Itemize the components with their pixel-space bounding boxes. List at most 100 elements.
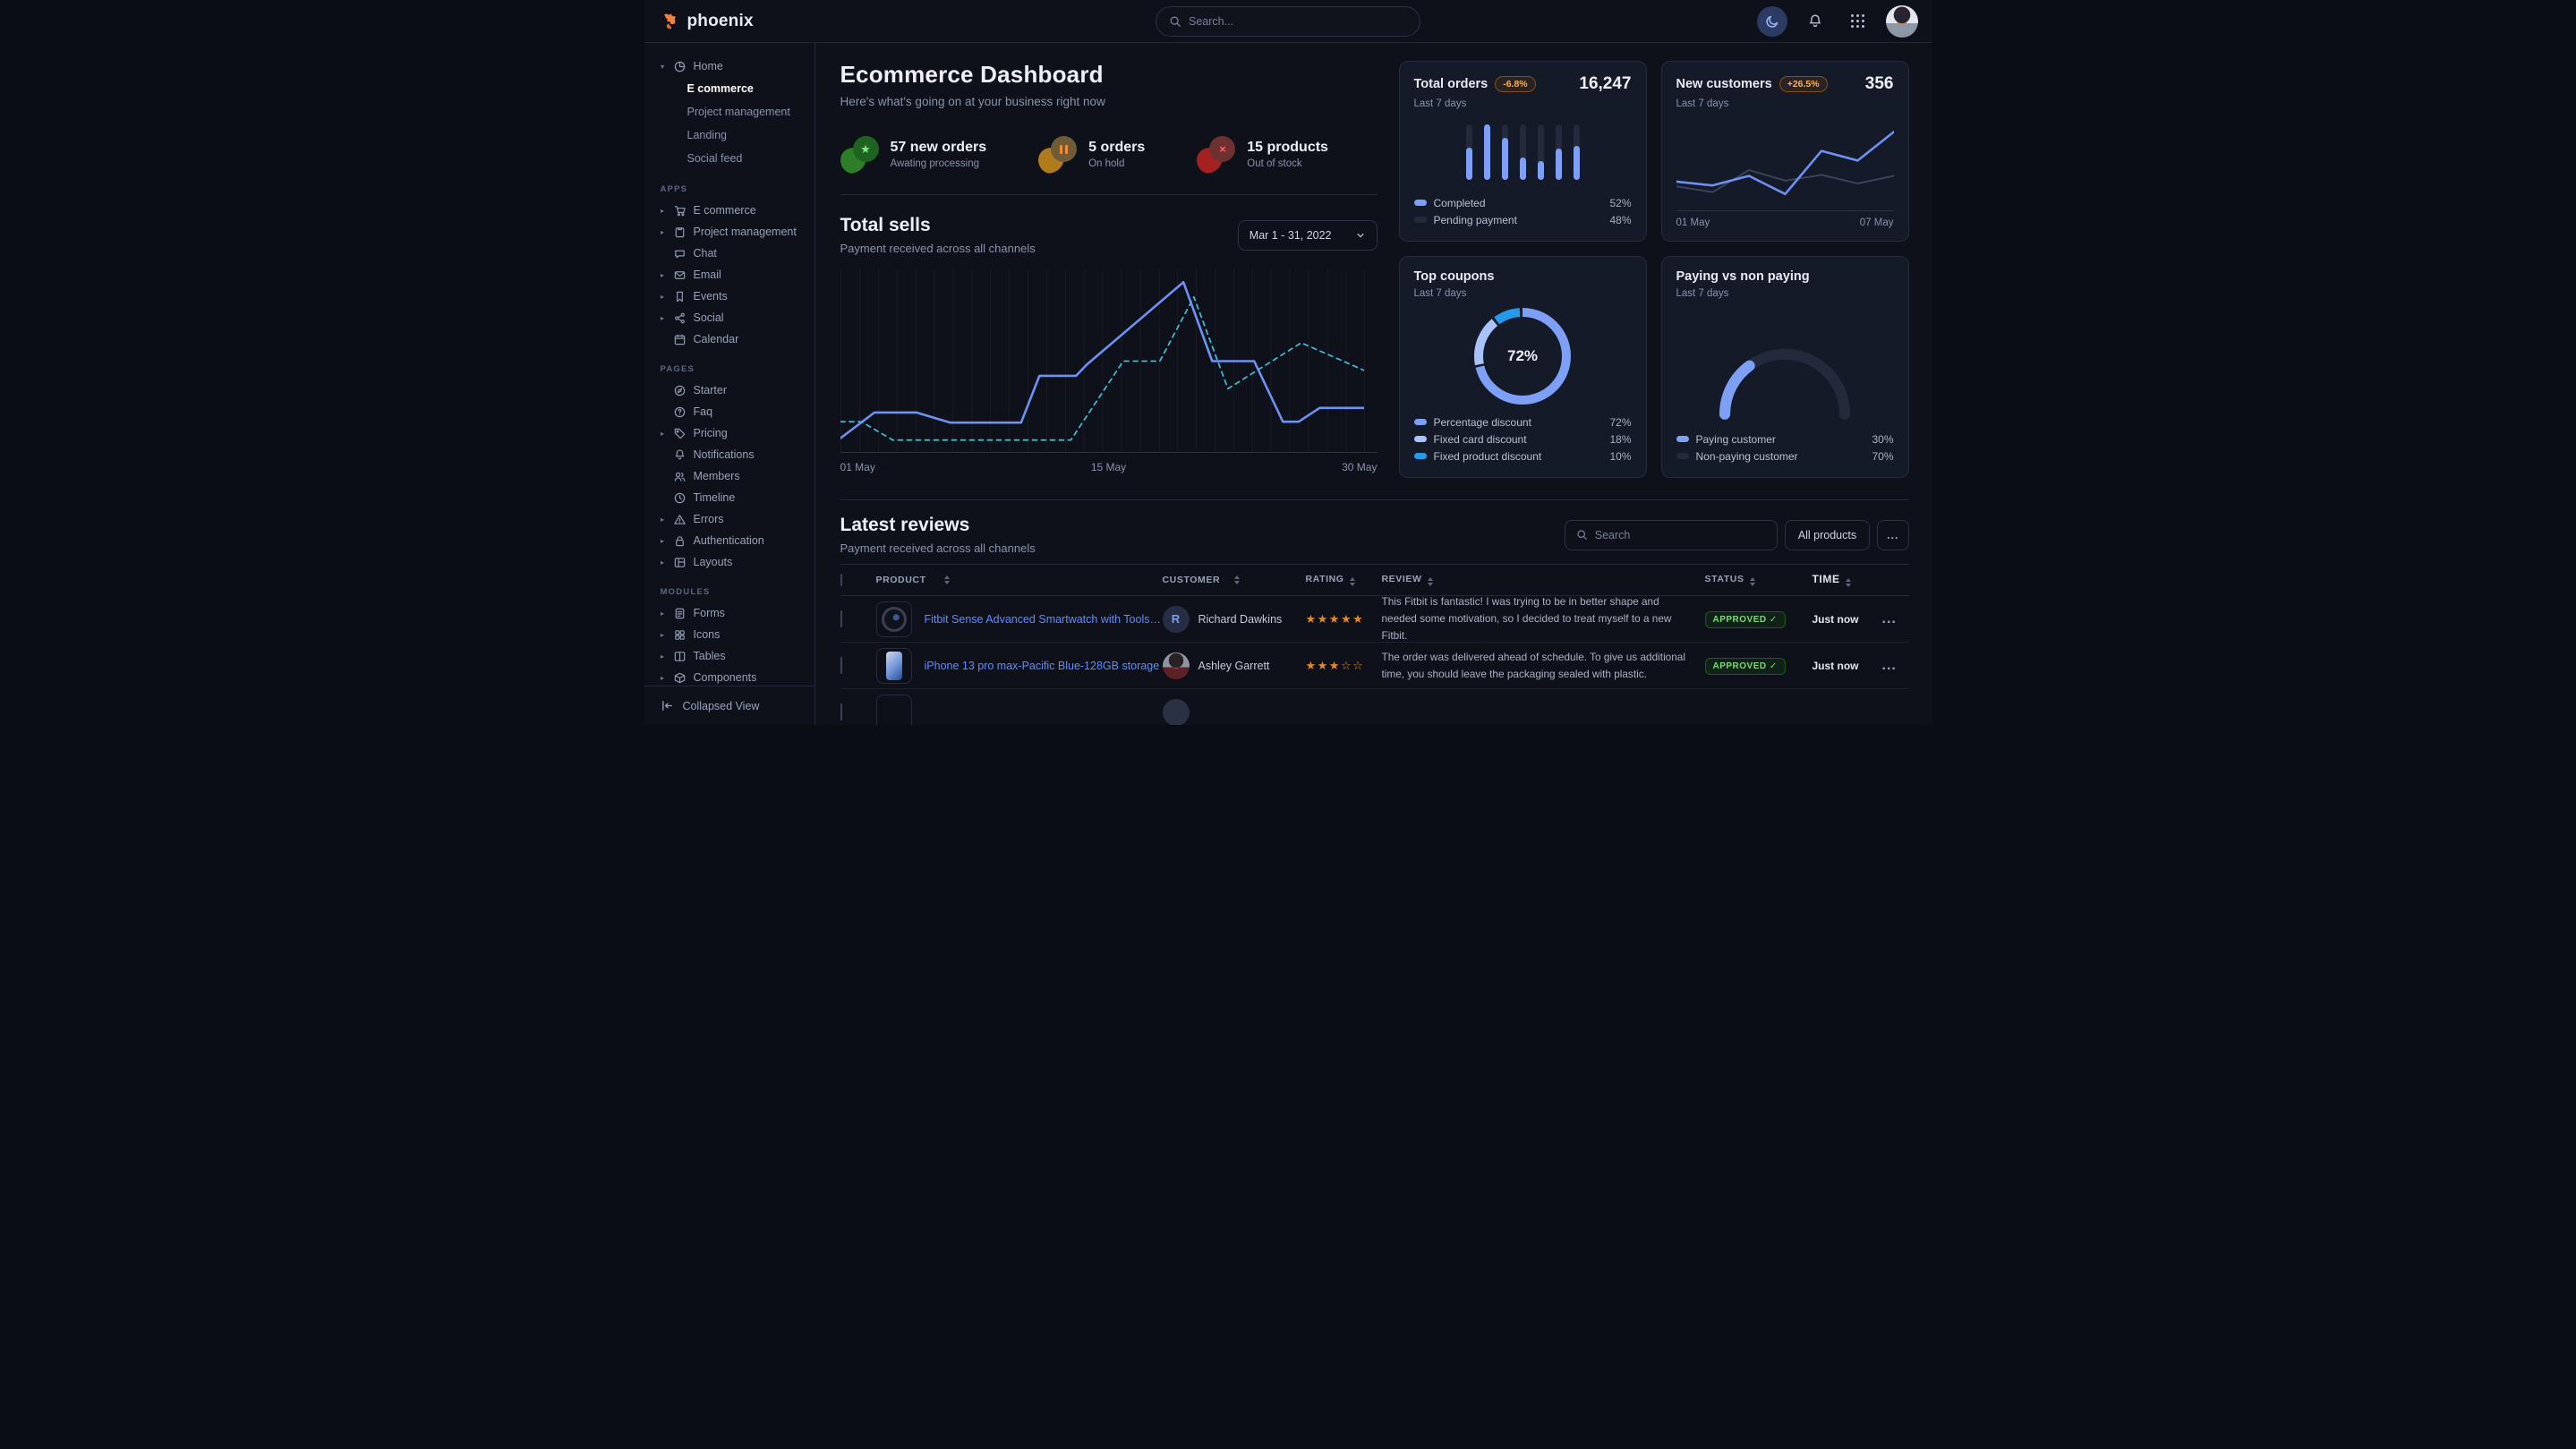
sidebar-item-label: Starter bbox=[694, 384, 728, 396]
row-checkbox[interactable] bbox=[840, 703, 842, 720]
sidebar-subitem-landing[interactable]: Landing bbox=[659, 124, 806, 147]
caret-right-icon: ▸ bbox=[659, 314, 667, 322]
stat-value: 5 orders bbox=[1088, 140, 1145, 156]
sidebar-item-timeline[interactable]: Timeline bbox=[659, 487, 806, 508]
collapse-icon bbox=[661, 699, 674, 712]
table-row: Fitbit Sense Advanced Smartwatch with To… bbox=[840, 596, 1909, 643]
stat-label: Out of stock bbox=[1247, 158, 1328, 169]
user-avatar[interactable] bbox=[1886, 5, 1918, 38]
legend-value: 70% bbox=[1872, 450, 1893, 463]
global-search-input[interactable] bbox=[1189, 15, 1407, 28]
tablecols-icon bbox=[673, 649, 687, 663]
notifications-button[interactable] bbox=[1800, 6, 1830, 37]
sidebar-subitem-project-management[interactable]: Project management bbox=[659, 100, 806, 124]
sidebar-item-label: Errors bbox=[694, 513, 724, 525]
theme-toggle-button[interactable] bbox=[1757, 6, 1787, 37]
legend-swatch bbox=[1414, 419, 1427, 425]
reviews-search[interactable] bbox=[1565, 520, 1778, 550]
sidebar-item-tables[interactable]: ▸Tables bbox=[659, 645, 806, 667]
cart-icon bbox=[673, 203, 687, 217]
total-orders-bar-chart bbox=[1414, 109, 1632, 194]
top-nav: phoenix bbox=[644, 0, 1932, 43]
row-checkbox[interactable] bbox=[840, 657, 842, 674]
sidebar-item-starter[interactable]: Starter bbox=[659, 379, 806, 401]
sidebar-item-components[interactable]: ▸Components bbox=[659, 667, 806, 686]
apps-grid-button[interactable] bbox=[1843, 6, 1873, 37]
sidebar-item-label: Faq bbox=[694, 405, 713, 418]
column-header-status[interactable]: STATUS bbox=[1705, 574, 1813, 586]
column-header-customer[interactable]: CUSTOMER bbox=[1163, 575, 1306, 585]
legend-label: Pending payment bbox=[1434, 214, 1517, 226]
sidebar-item-home[interactable]: ▾Home bbox=[659, 55, 806, 77]
chat-icon bbox=[673, 246, 687, 260]
sidebar-item-faq[interactable]: Faq bbox=[659, 401, 806, 422]
sidebar-item-layouts[interactable]: ▸Layouts bbox=[659, 551, 806, 573]
sidebar-item-label: Timeline bbox=[694, 491, 736, 504]
sidebar-item-forms[interactable]: ▸Forms bbox=[659, 602, 806, 624]
legend-label: Fixed product discount bbox=[1434, 450, 1542, 463]
sidebar-item-pricing[interactable]: ▸Pricing bbox=[659, 422, 806, 444]
bookmark-icon bbox=[673, 289, 687, 303]
row-checkbox[interactable] bbox=[840, 610, 842, 627]
sidebar-item-members[interactable]: Members bbox=[659, 465, 806, 487]
share-icon bbox=[673, 311, 687, 325]
legend-swatch bbox=[1676, 436, 1689, 442]
caret-right-icon: ▸ bbox=[659, 609, 667, 618]
stat-value: 15 products bbox=[1247, 140, 1328, 156]
sidebar-item-events[interactable]: ▸Events bbox=[659, 286, 806, 307]
date-range-select[interactable]: Mar 1 - 31, 2022 bbox=[1238, 220, 1378, 251]
reviews-more-button[interactable]: ... bbox=[1877, 520, 1908, 550]
legend-value: 72% bbox=[1609, 416, 1631, 429]
column-header-review[interactable]: REVIEW bbox=[1382, 574, 1705, 586]
sidebar-item-project-management[interactable]: ▸Project management bbox=[659, 221, 806, 243]
reviews-search-input[interactable] bbox=[1595, 529, 1766, 541]
sidebar-item-errors[interactable]: ▸Errors bbox=[659, 508, 806, 530]
sidebar-subitem-e-commerce[interactable]: E commerce bbox=[659, 77, 806, 100]
clipboard-icon bbox=[673, 225, 687, 239]
sidebar-item-authentication[interactable]: ▸Authentication bbox=[659, 530, 806, 551]
paying-period: Last 7 days bbox=[1676, 288, 1894, 299]
sidebar-item-social[interactable]: ▸Social bbox=[659, 307, 806, 328]
order-bar-6 bbox=[1556, 124, 1562, 180]
stat-value: 57 new orders bbox=[891, 140, 987, 156]
sidebar-item-label: Components bbox=[694, 671, 757, 684]
sort-icon bbox=[944, 575, 950, 584]
product-link[interactable]: iPhone 13 pro max-Pacific Blue-128GB sto… bbox=[925, 660, 1160, 672]
order-bar-4 bbox=[1520, 124, 1526, 180]
row-more-button[interactable]: ... bbox=[1882, 611, 1909, 627]
new-customers-value: 356 bbox=[1865, 74, 1894, 94]
mail-icon bbox=[673, 268, 687, 282]
product-link[interactable]: Fitbit Sense Advanced Smartwatch with To… bbox=[925, 613, 1163, 626]
brand-logo[interactable]: phoenix bbox=[661, 12, 754, 31]
sidebar-item-label: Project management bbox=[694, 226, 797, 238]
sidebar-item-label: Email bbox=[694, 268, 721, 281]
sidebar-item-e-commerce[interactable]: ▸E commerce bbox=[659, 200, 806, 221]
sidebar-item-calendar[interactable]: Calendar bbox=[659, 328, 806, 350]
column-header-time[interactable]: TIME bbox=[1813, 573, 1882, 587]
column-header-rating[interactable]: RATING bbox=[1306, 574, 1382, 586]
sidebar-subitem-social-feed[interactable]: Social feed bbox=[659, 147, 806, 170]
sidebar-item-label: Icons bbox=[694, 628, 721, 641]
global-search[interactable] bbox=[1156, 6, 1420, 37]
column-header-product[interactable]: PRODUCT bbox=[876, 575, 1163, 585]
product-thumbnail-watch bbox=[876, 601, 912, 637]
sidebar-item-notifications[interactable]: Notifications bbox=[659, 444, 806, 465]
sidebar-item-chat[interactable]: Chat bbox=[659, 243, 806, 264]
sidebar-item-email[interactable]: ▸Email bbox=[659, 264, 806, 286]
status-badge: APPROVED ✓ bbox=[1705, 658, 1786, 675]
legend-value: 30% bbox=[1872, 433, 1893, 446]
legend-paying-customer: Paying customer30% bbox=[1676, 430, 1894, 447]
all-products-button[interactable]: All products bbox=[1785, 520, 1870, 550]
order-bar-3 bbox=[1502, 124, 1508, 180]
new-customers-period: Last 7 days bbox=[1676, 98, 1894, 109]
row-more-button[interactable]: ... bbox=[1882, 658, 1909, 674]
customer-avatar bbox=[1163, 652, 1190, 679]
legend-value: 52% bbox=[1609, 197, 1631, 209]
legend-value: 18% bbox=[1609, 433, 1631, 446]
paying-title: Paying vs non paying bbox=[1676, 269, 1810, 284]
product-thumbnail-phone bbox=[876, 648, 912, 684]
sidebar-item-icons[interactable]: ▸Icons bbox=[659, 624, 806, 645]
order-bar-5 bbox=[1538, 124, 1544, 180]
select-all-checkbox[interactable] bbox=[840, 574, 842, 586]
collapse-sidebar-button[interactable]: Collapsed View bbox=[644, 686, 815, 725]
